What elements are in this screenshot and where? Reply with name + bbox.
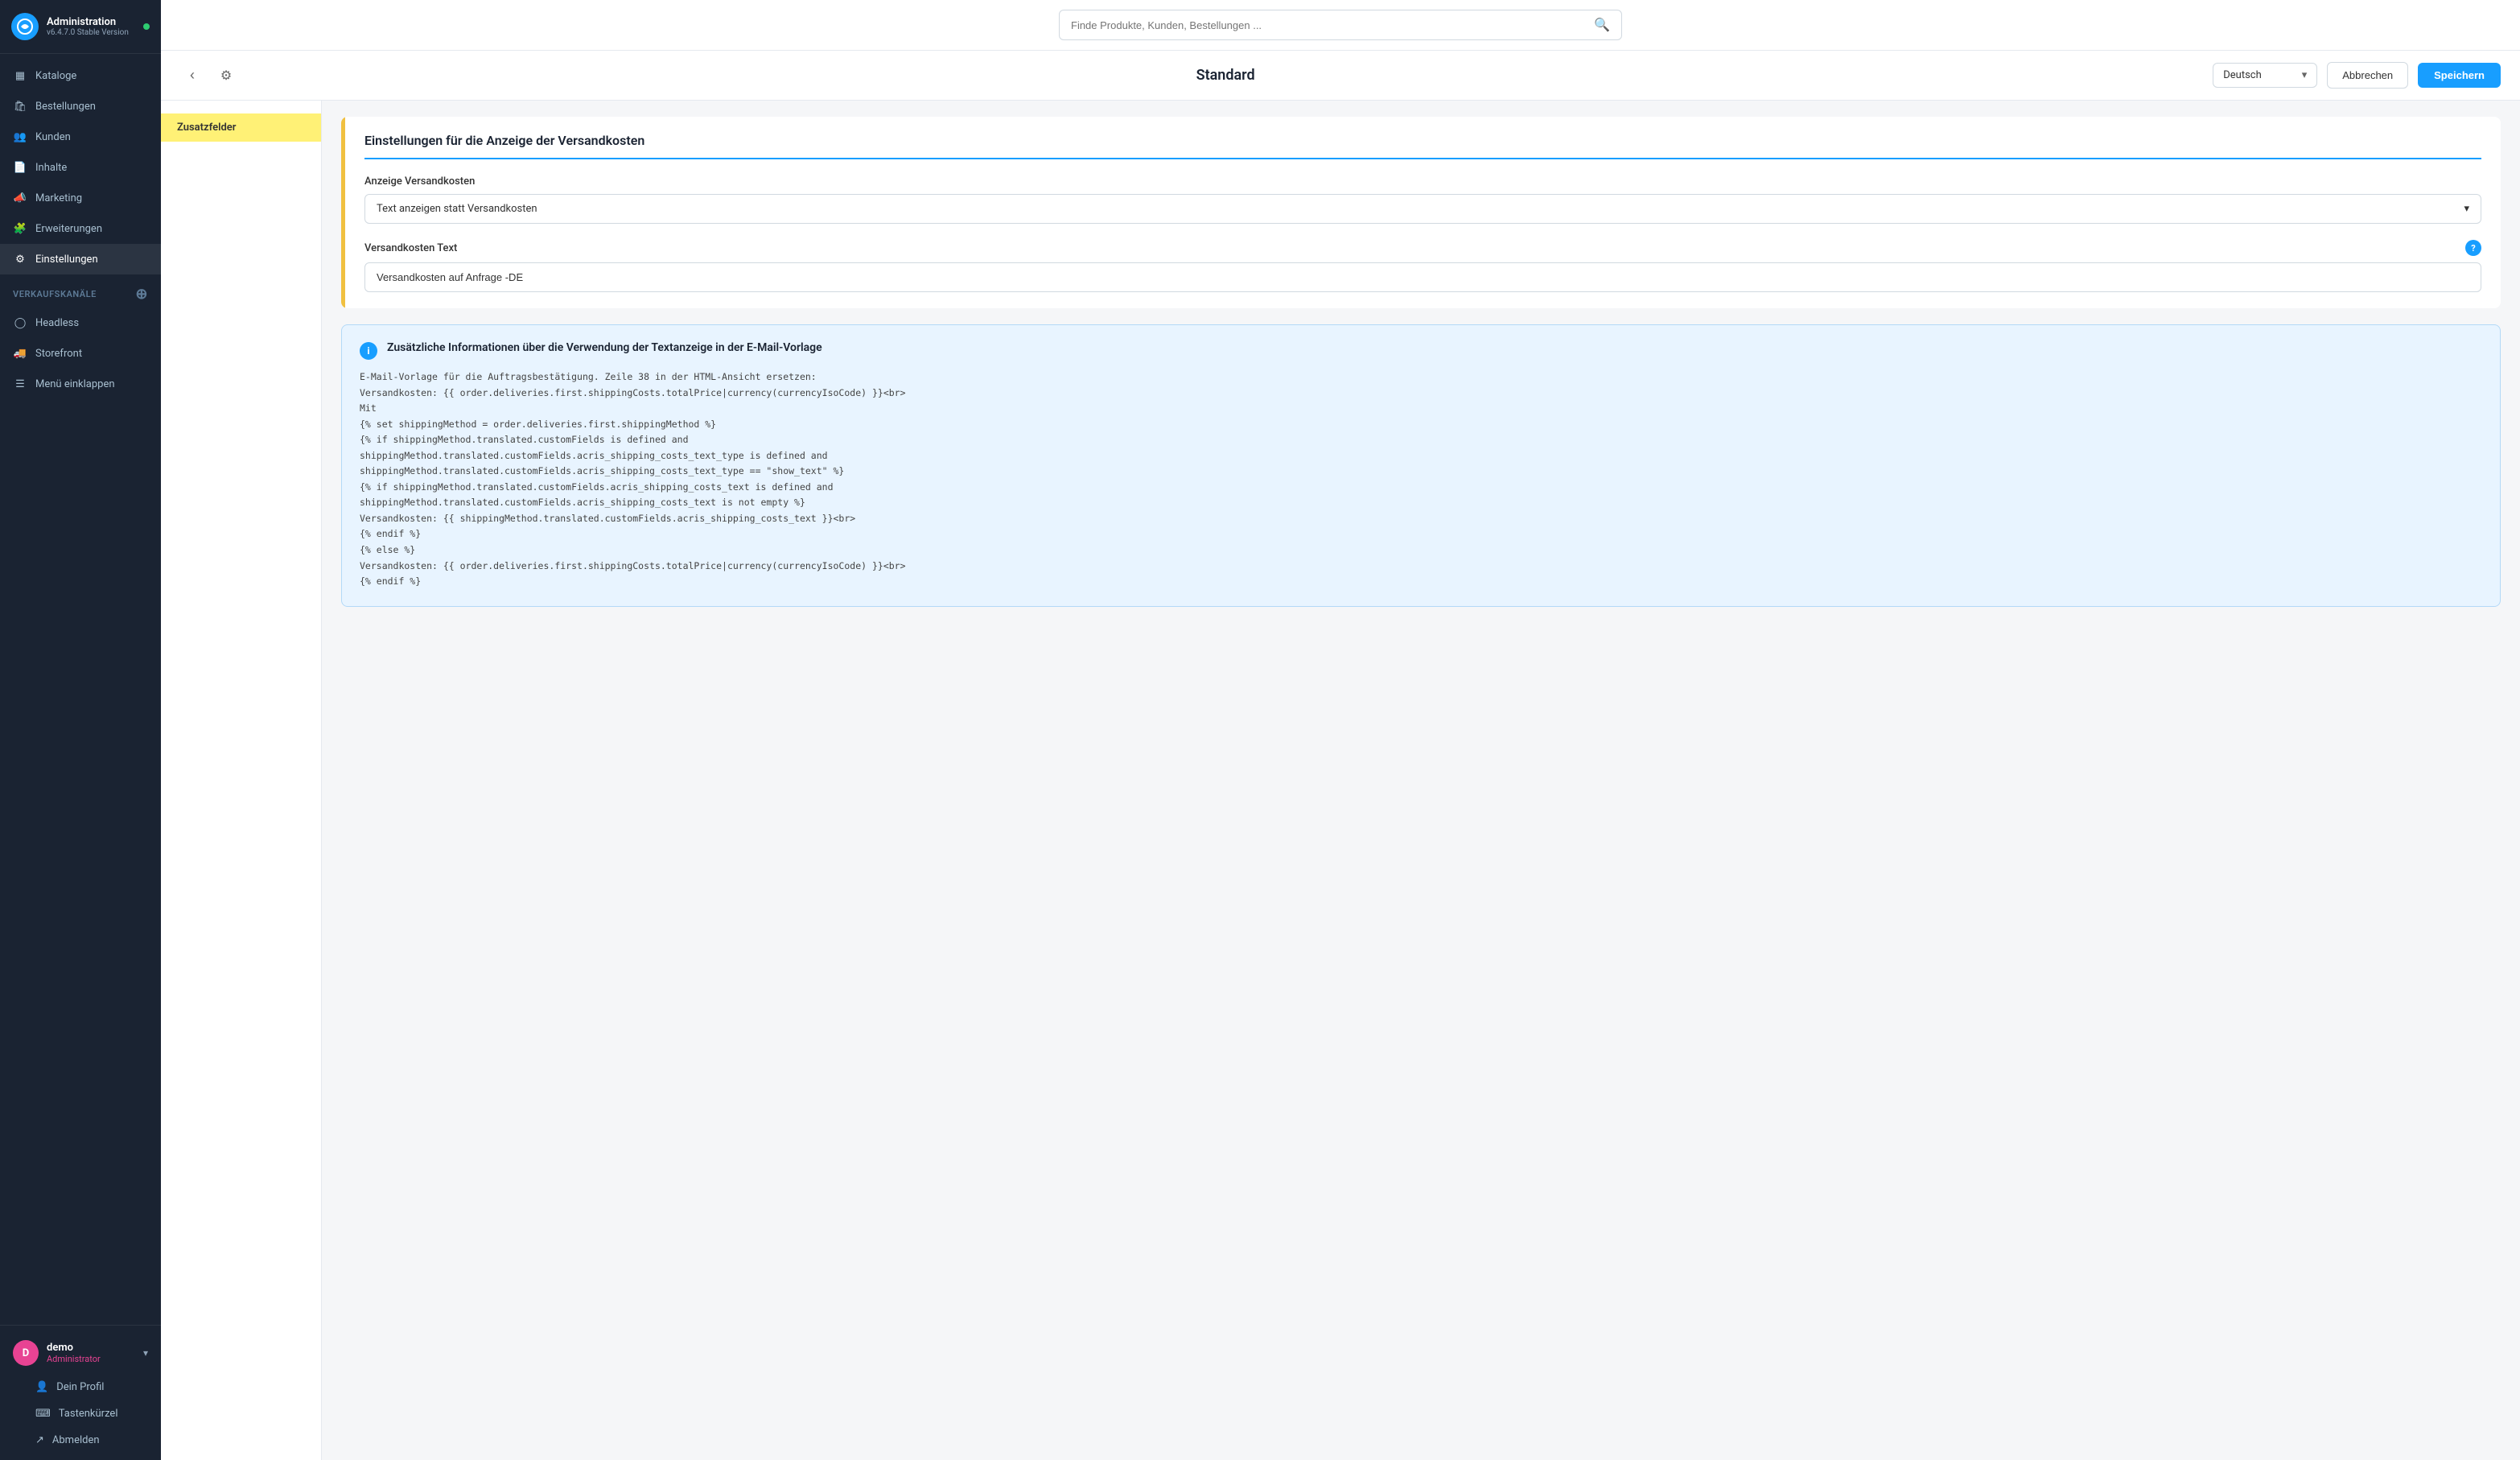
info-box-header: i Zusätzliche Informationen über die Ver… — [360, 341, 2482, 360]
verkaufskanaele-section: Verkaufskanäle ⊕ — [0, 274, 161, 307]
help-icon[interactable]: ? — [2465, 240, 2481, 256]
profil-icon: 👤 — [35, 1381, 48, 1393]
info-icon: i — [360, 342, 377, 360]
info-code-line: Versandkosten: {{ order.deliveries.first… — [360, 386, 2482, 402]
sidebar-item-label-bestellungen: Bestellungen — [35, 101, 96, 113]
info-code-line: {% if shippingMethod.translated.customFi… — [360, 432, 2482, 448]
search-input[interactable] — [1060, 13, 1583, 38]
sidebar: Administration v6.4.7.0 Stable Version ▦… — [0, 0, 161, 1460]
app-title: Administration — [47, 16, 135, 28]
select-chevron-icon: ▾ — [2464, 203, 2469, 215]
abmelden-icon: ↗ — [35, 1434, 44, 1446]
app-title-block: Administration v6.4.7.0 Stable Version — [47, 16, 135, 37]
sidebar-item-einstellungen[interactable]: ⚙ Einstellungen — [0, 244, 161, 274]
info-code-line: E-Mail-Vorlage für die Auftragsbestätigu… — [360, 369, 2482, 386]
save-button[interactable]: Speichern — [2418, 63, 2501, 88]
info-code-line: shippingMethod.translated.customFields.a… — [360, 448, 2482, 464]
lang-chevron-icon: ▾ — [2302, 69, 2308, 81]
user-chevron-icon: ▾ — [143, 1347, 148, 1359]
sidebar-item-label-kunden: Kunden — [35, 131, 71, 143]
info-box-title: Zusätzliche Informationen über die Verwe… — [387, 341, 822, 354]
sidebar-item-inhalte[interactable]: 📄 Inhalte — [0, 152, 161, 183]
info-code-line: {% set shippingMethod = order.deliveries… — [360, 417, 2482, 433]
sidebar-item-marketing[interactable]: 📣 Marketing — [0, 183, 161, 213]
sidebar-footer: D demo Administrator ▾ 👤 Dein Profil ⌨ T… — [0, 1325, 161, 1460]
info-code-line: {% else %} — [360, 542, 2482, 559]
cancel-button[interactable]: Abbrechen — [2327, 62, 2408, 89]
content-header: ‹ ⚙ Standard Deutsch ▾ Abbrechen Speiche… — [161, 51, 2520, 101]
settings-button[interactable]: ⚙ — [214, 64, 238, 88]
info-code-line: Mit — [360, 401, 2482, 417]
section-block: Einstellungen für die Anzeige der Versan… — [341, 117, 2501, 308]
erweiterungen-icon: 🧩 — [13, 221, 27, 236]
user-role: Administrator — [47, 1354, 135, 1364]
einstellungen-icon: ⚙ — [13, 252, 27, 266]
info-box: i Zusätzliche Informationen über die Ver… — [341, 324, 2501, 607]
anzeige-label: Anzeige Versandkosten — [364, 175, 2481, 188]
status-dot — [143, 23, 150, 30]
inhalte-icon: 📄 — [13, 160, 27, 175]
app-version: v6.4.7.0 Stable Version — [47, 28, 135, 37]
storefront-icon: 🚚 — [13, 346, 27, 361]
kataloge-icon: ▦ — [13, 68, 27, 83]
content-area: Zusatzfelder Einstellungen für die Anzei… — [161, 101, 2520, 1460]
search-button[interactable]: 🔍 — [1583, 10, 1621, 39]
search-box: 🔍 — [1059, 10, 1622, 40]
sidebar-item-menu-einklappen[interactable]: ☰ Menü einklappen — [0, 369, 161, 399]
versandkosten-label-row: Versandkosten Text ? — [364, 240, 2481, 256]
info-code-line: Versandkosten: {{ order.deliveries.first… — [360, 559, 2482, 575]
sidebar-item-erweiterungen[interactable]: 🧩 Erweiterungen — [0, 213, 161, 244]
section-heading: Einstellungen für die Anzeige der Versan… — [364, 133, 2481, 159]
tastenkuerzel-icon: ⌨ — [35, 1408, 51, 1420]
form-area: Einstellungen für die Anzeige der Versan… — [322, 101, 2520, 1460]
sidebar-item-label-erweiterungen: Erweiterungen — [35, 223, 102, 235]
sidebar-header: Administration v6.4.7.0 Stable Version — [0, 0, 161, 54]
sidebar-nav: ▦ Kataloge 🛍 Bestellungen 👥 Kunden 📄 Inh… — [0, 54, 161, 1325]
info-box-content: E-Mail-Vorlage für die Auftragsbestätigu… — [360, 369, 2482, 590]
marketing-icon: 📣 — [13, 191, 27, 205]
sidebar-item-label-inhalte: Inhalte — [35, 162, 67, 174]
add-verkaufskanal-icon[interactable]: ⊕ — [135, 286, 148, 303]
user-menu-item-tastenkuerzel[interactable]: ⌨ Tastenkürzel — [0, 1400, 161, 1427]
main-area: 🔍 ‹ ⚙ Standard Deutsch ▾ Abbrechen Speic… — [161, 0, 2520, 1460]
user-menu-toggle[interactable]: D demo Administrator ▾ — [0, 1332, 161, 1374]
sidebar-item-storefront[interactable]: 🚚 Storefront — [0, 338, 161, 369]
bestellungen-icon: 🛍 — [13, 99, 27, 113]
info-code-line: {% endif %} — [360, 574, 2482, 590]
app-logo — [11, 13, 39, 40]
left-panel: Zusatzfelder — [161, 101, 322, 1460]
sidebar-item-label-einstellungen: Einstellungen — [35, 254, 98, 266]
sidebar-item-kataloge[interactable]: ▦ Kataloge — [0, 60, 161, 91]
section-inner: Einstellungen für die Anzeige der Versan… — [345, 117, 2501, 308]
back-button[interactable]: ‹ — [180, 64, 204, 88]
sidebar-item-label-storefront: Storefront — [35, 348, 82, 360]
sidebar-item-bestellungen[interactable]: 🛍 Bestellungen — [0, 91, 161, 122]
avatar: D — [13, 1340, 39, 1366]
kunden-icon: 👥 — [13, 130, 27, 144]
sidebar-item-headless[interactable]: ◯ Headless — [0, 307, 161, 338]
page-title: Standard — [248, 67, 2203, 84]
sidebar-item-label-headless: Headless — [35, 317, 79, 329]
topbar: 🔍 — [161, 0, 2520, 51]
sidebar-item-label-marketing: Marketing — [35, 192, 82, 204]
user-menu-item-abmelden[interactable]: ↗ Abmelden — [0, 1427, 161, 1454]
user-info: demo Administrator — [47, 1342, 135, 1364]
headless-icon: ◯ — [13, 316, 27, 330]
user-menu-item-profil[interactable]: 👤 Dein Profil — [0, 1374, 161, 1400]
info-code-line: {% endif %} — [360, 526, 2482, 542]
language-select[interactable]: Deutsch ▾ — [2213, 63, 2317, 88]
sidebar-item-label-kataloge: Kataloge — [35, 70, 76, 82]
versandkosten-text-input[interactable] — [364, 262, 2481, 292]
user-name: demo — [47, 1342, 135, 1354]
section-indicator: Einstellungen für die Anzeige der Versan… — [341, 117, 2501, 308]
info-code-line: {% if shippingMethod.translated.customFi… — [360, 480, 2482, 496]
sidebar-item-kunden[interactable]: 👥 Kunden — [0, 122, 161, 152]
collapse-icon: ☰ — [13, 377, 27, 391]
info-code-line: shippingMethod.translated.customFields.a… — [360, 495, 2482, 511]
left-panel-item-zusatzfelder[interactable]: Zusatzfelder — [161, 113, 321, 142]
info-code-line: shippingMethod.translated.customFields.a… — [360, 464, 2482, 480]
info-code-line: Versandkosten: {{ shippingMethod.transla… — [360, 511, 2482, 527]
anzeige-select[interactable]: Text anzeigen statt Versandkosten ▾ — [364, 194, 2481, 224]
versandkosten-label: Versandkosten Text — [364, 242, 457, 254]
